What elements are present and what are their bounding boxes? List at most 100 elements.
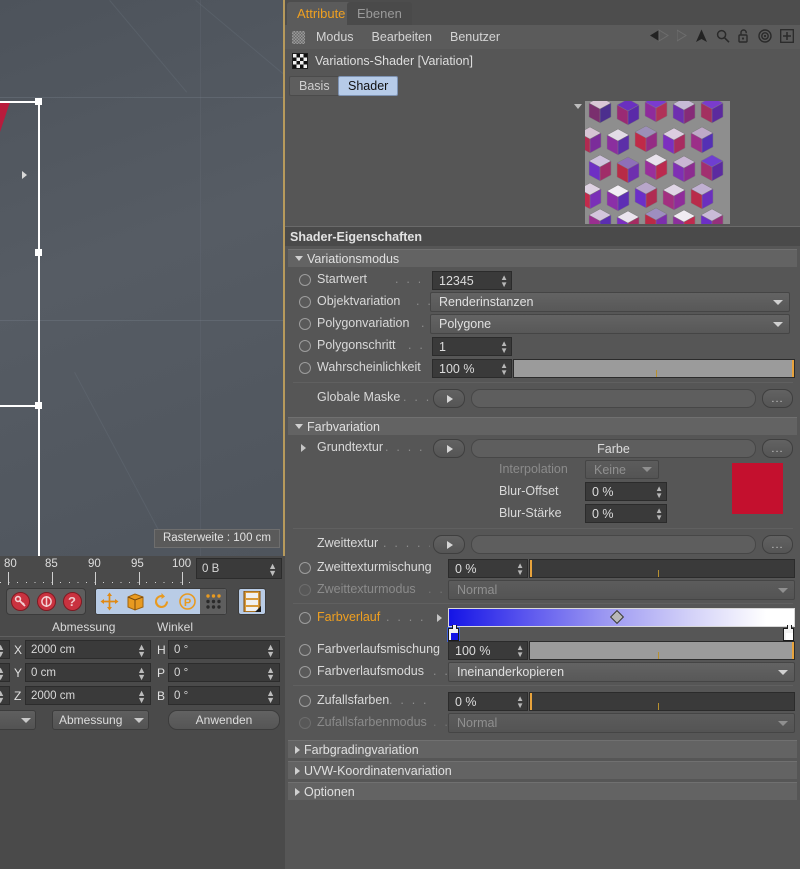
more-options-grundtextur-button[interactable]: ... bbox=[762, 439, 793, 458]
stepper-arrows[interactable]: ▲▼ bbox=[268, 562, 279, 576]
move-tool-icon[interactable] bbox=[96, 589, 122, 614]
chevron-down-icon[interactable] bbox=[295, 256, 303, 261]
coordinate-mode-dropdown[interactable]: l) bbox=[0, 710, 36, 730]
up-arrow-icon[interactable] bbox=[695, 29, 708, 46]
target-icon[interactable] bbox=[758, 29, 772, 46]
chevron-right-icon[interactable] bbox=[295, 746, 300, 754]
group-header-variationsmodus[interactable]: Variationsmodus bbox=[288, 249, 797, 267]
position-y-field[interactable]: ▲▼ bbox=[0, 663, 10, 682]
more-options-globale-maske-button[interactable]: ... bbox=[762, 389, 793, 408]
tab-attribute[interactable]: Attribute bbox=[287, 2, 355, 25]
coord-row-x[interactable]: ▲▼ X 2000 cm▲▼ H 0 °▲▼ bbox=[0, 640, 285, 663]
row-interpolation[interactable]: Interpolation Keine bbox=[285, 460, 800, 481]
row-zufallsfarbenmodus[interactable]: Zufallsfarbenmodus . . Normal bbox=[285, 713, 800, 734]
menu-benutzer[interactable]: Benutzer bbox=[441, 30, 509, 44]
texture-menu-grundtextur-button[interactable] bbox=[433, 439, 465, 458]
animate-radio-polygonschritt[interactable] bbox=[299, 340, 311, 352]
row-polygonvariation[interactable]: Polygonvariation . . Polygone bbox=[285, 314, 800, 335]
animate-radio-farbverlaufsmischung[interactable] bbox=[299, 644, 311, 656]
preview-collapse-caret-icon[interactable] bbox=[574, 104, 582, 109]
subtab-basis[interactable]: Basis bbox=[289, 76, 340, 96]
stepper-arrows[interactable]: ▲▼ bbox=[500, 340, 511, 354]
dropdown-zweittexturmodus[interactable]: Normal bbox=[448, 580, 795, 600]
row-grundtextur[interactable]: Grundtextur . . . . . . . . . Farbe ... bbox=[285, 438, 800, 459]
grip-icon[interactable] bbox=[292, 31, 305, 44]
field-zweittexturmischung[interactable]: 0 % ▲▼ bbox=[448, 559, 528, 578]
chevron-down-icon[interactable] bbox=[778, 670, 788, 675]
points-mode-icon[interactable] bbox=[200, 589, 226, 614]
row-blur-staerke[interactable]: Blur-Stärke 0 % ▲▼ bbox=[285, 504, 800, 525]
slider-farbverlaufsmischung[interactable] bbox=[529, 641, 795, 660]
modeling-mode-group[interactable]: ? bbox=[6, 588, 86, 615]
chevron-down-icon[interactable] bbox=[295, 424, 303, 429]
parameter-tool-icon[interactable]: P bbox=[174, 589, 200, 614]
position-x-field[interactable]: ▲▼ bbox=[0, 640, 10, 659]
row-objektvariation[interactable]: Objektvariation . . . Renderinstanzen bbox=[285, 292, 800, 313]
chevron-down-icon[interactable] bbox=[778, 721, 788, 726]
animate-radio-polygonvariation[interactable] bbox=[299, 318, 311, 330]
coord-row-actions[interactable]: l) Abmessung Anwenden bbox=[0, 710, 285, 732]
animate-radio-zufallsfarben[interactable] bbox=[299, 695, 311, 707]
slider-wahrscheinlichkeit[interactable] bbox=[513, 359, 795, 378]
selection-handle[interactable] bbox=[35, 249, 42, 256]
angle-h-field[interactable]: 0 °▲▼ bbox=[168, 640, 280, 659]
field-polygonschritt[interactable]: 1 ▲▼ bbox=[432, 337, 512, 356]
row-wahrscheinlichkeit[interactable]: Wahrscheinlichkeit 100 % ▲▼ bbox=[285, 358, 800, 379]
texture-link-grundtextur[interactable]: Farbe bbox=[471, 439, 756, 458]
menu-modus[interactable]: Modus bbox=[307, 30, 363, 44]
texture-link-zweittextur[interactable] bbox=[471, 535, 756, 554]
animate-radio-objektvariation[interactable] bbox=[299, 296, 311, 308]
row-polygonschritt[interactable]: Polygonschritt . . . . 1 ▲▼ bbox=[285, 336, 800, 357]
row-zweittexturmischung[interactable]: Zweittexturmischung 0 % ▲▼ bbox=[285, 558, 800, 579]
field-startwert[interactable]: 12345 ▲▼ bbox=[432, 271, 512, 290]
stepper-arrows[interactable]: ▲▼ bbox=[500, 274, 511, 288]
group-header-optionen[interactable]: Optionen bbox=[288, 782, 797, 800]
stepper-arrows[interactable]: ▲▼ bbox=[655, 507, 666, 521]
object-title-row[interactable]: Variations-Shader [Variation] bbox=[285, 49, 800, 73]
subtab-shader[interactable]: Shader bbox=[338, 76, 398, 96]
add-icon[interactable] bbox=[780, 29, 794, 46]
stepper-arrows[interactable]: ▲▼ bbox=[516, 562, 527, 576]
dropdown-polygonvariation[interactable]: Polygone bbox=[430, 314, 790, 334]
animate-radio-zufallsfarbenmodus[interactable] bbox=[299, 717, 311, 729]
help-icon[interactable]: ? bbox=[59, 589, 85, 614]
shader-preview-area[interactable] bbox=[574, 101, 734, 226]
row-farbverlauf[interactable]: Farbverlauf . . . . . . . . bbox=[285, 608, 800, 638]
rotate-tool-icon[interactable] bbox=[148, 589, 174, 614]
field-zufallsfarben[interactable]: 0 % ▲▼ bbox=[448, 692, 528, 711]
row-farbverlaufsmodus[interactable]: Farbverlaufsmodus . . Ineinanderkopieren bbox=[285, 662, 800, 683]
texture-mode-icon[interactable] bbox=[239, 589, 265, 614]
stepper-arrows[interactable]: ▲▼ bbox=[500, 362, 511, 376]
row-startwert[interactable]: Startwert . . . . . . . . 12345 ▲▼ bbox=[285, 270, 800, 291]
dropdown-objektvariation[interactable]: Renderinstanzen bbox=[430, 292, 790, 312]
texture-menu-zweittextur-button[interactable] bbox=[433, 535, 465, 554]
attribute-tab-bar[interactable]: Attribute Ebenen bbox=[285, 0, 800, 25]
group-header-uvw-koordinatenvariation[interactable]: UVW-Koordinatenvariation bbox=[288, 761, 797, 779]
chevron-down-icon[interactable] bbox=[642, 467, 652, 472]
angle-p-field[interactable]: 0 °▲▼ bbox=[168, 663, 280, 682]
expand-grundtextur-icon[interactable] bbox=[301, 444, 306, 452]
more-options-zweittextur-button[interactable]: ... bbox=[762, 535, 793, 554]
animate-radio-wahrscheinlichkeit[interactable] bbox=[299, 362, 311, 374]
chevron-down-icon[interactable] bbox=[778, 588, 788, 593]
chevron-down-icon[interactable] bbox=[773, 322, 783, 327]
shader-preview-thumbnail[interactable] bbox=[585, 101, 730, 224]
chevron-right-icon[interactable] bbox=[295, 788, 300, 796]
row-blur-offset[interactable]: Blur-Offset 0 % ▲▼ bbox=[285, 482, 800, 503]
row-globale-maske[interactable]: Globale Maske . . . . ... bbox=[285, 388, 800, 409]
field-blur-offset[interactable]: 0 % ▲▼ bbox=[585, 482, 667, 501]
row-zufallsfarben[interactable]: Zufallsfarben . . . . . . . . 0 % ▲▼ bbox=[285, 691, 800, 712]
coord-row-y[interactable]: ▲▼ Y 0 cm▲▼ P 0 °▲▼ bbox=[0, 663, 285, 686]
size-mode-dropdown[interactable]: Abmessung bbox=[52, 710, 149, 730]
slider-zufallsfarben[interactable] bbox=[529, 692, 795, 711]
texture-link-globale-maske[interactable] bbox=[471, 389, 756, 408]
expand-farbverlauf-icon[interactable] bbox=[437, 614, 442, 622]
tab-ebenen[interactable]: Ebenen bbox=[347, 2, 412, 25]
chevron-right-icon[interactable] bbox=[295, 767, 300, 775]
group-header-farbgradingvariation[interactable]: Farbgradingvariation bbox=[288, 740, 797, 758]
stepper-arrows[interactable]: ▲▼ bbox=[655, 485, 666, 499]
stepper-arrows[interactable]: ▲▼ bbox=[516, 644, 527, 658]
group-header-farbvariation[interactable]: Farbvariation bbox=[288, 417, 797, 435]
expand-globale-maske-button[interactable] bbox=[433, 389, 465, 408]
scale-tool-icon[interactable] bbox=[122, 589, 148, 614]
